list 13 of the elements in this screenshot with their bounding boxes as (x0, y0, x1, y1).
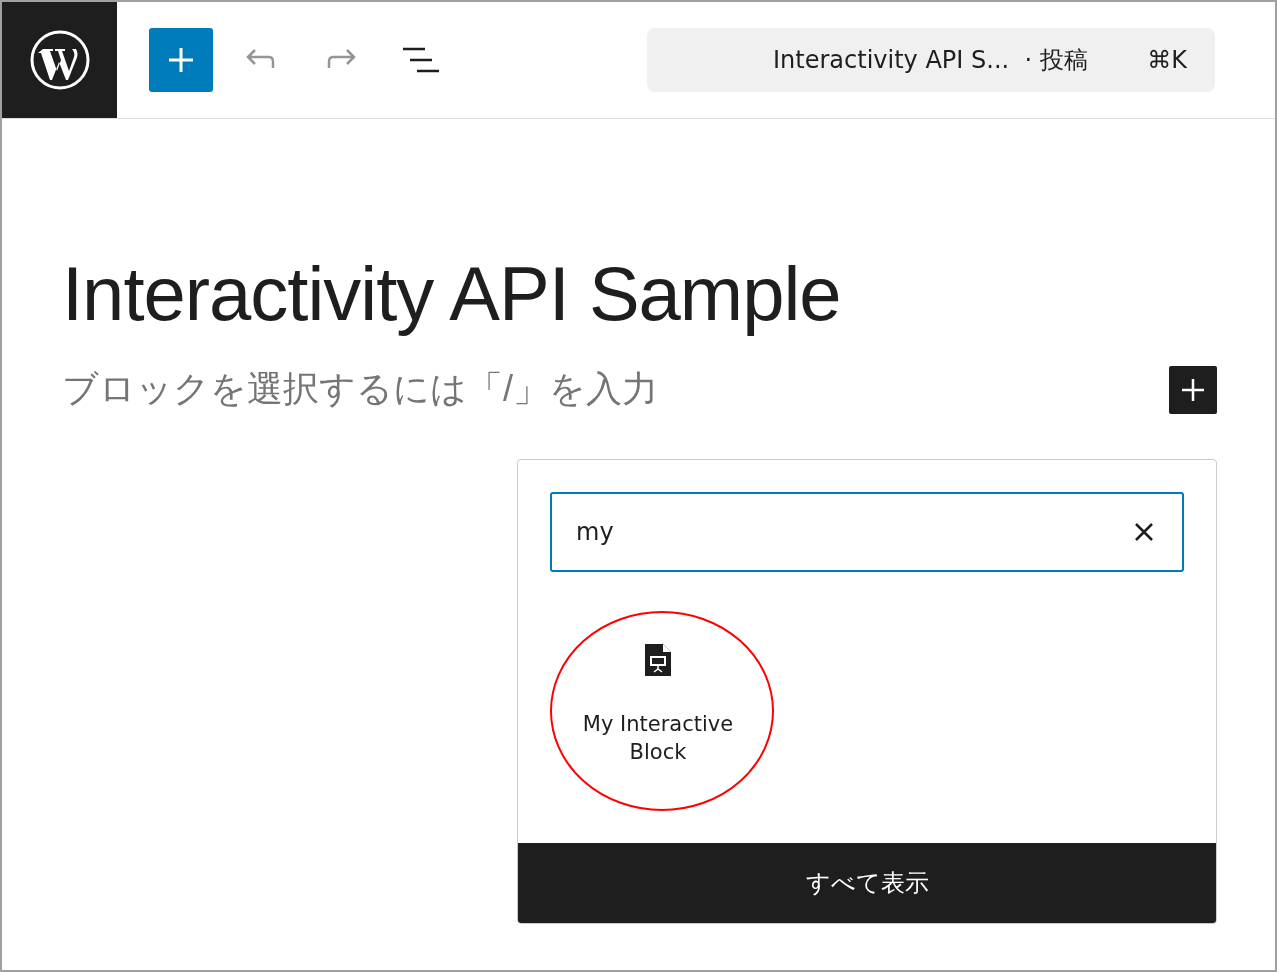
search-field[interactable]: my (550, 492, 1184, 572)
plus-icon (168, 47, 194, 73)
document-icon (645, 644, 671, 676)
post-title[interactable]: Interactivity API Sample (62, 249, 841, 339)
plus-icon (1181, 377, 1205, 402)
close-icon[interactable] (1134, 522, 1154, 542)
command-palette-button[interactable]: Interactivity API S... · 投稿 ⌘K (647, 28, 1215, 92)
list-view-icon (403, 47, 439, 73)
block-placeholder[interactable]: ブロックを選択するには「/」を入力 (62, 365, 658, 414)
browse-all-button[interactable]: すべて表示 (518, 843, 1216, 923)
block-result-item[interactable]: My Interactive Block (558, 632, 758, 778)
add-block-button[interactable] (1169, 365, 1217, 414)
wordpress-logo[interactable] (28, 29, 91, 91)
